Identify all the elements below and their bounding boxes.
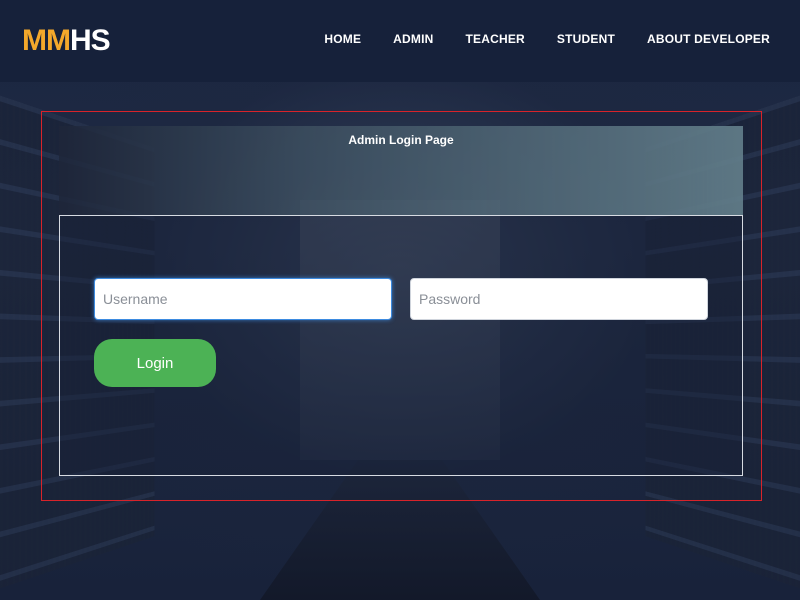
brand-logo[interactable]: MMHS: [22, 24, 111, 58]
brand-logo-part2: HS: [69, 24, 111, 57]
login-button[interactable]: Login: [94, 339, 216, 387]
nav-student[interactable]: STUDENT: [557, 31, 615, 47]
username-input[interactable]: [94, 278, 392, 320]
brand-logo-part1: MM: [22, 24, 71, 57]
main-nav: HOME ADMIN TEACHER STUDENT ABOUT DEVELOP…: [292, 31, 770, 47]
login-form: Login: [59, 215, 743, 476]
nav-teacher[interactable]: TEACHER: [466, 31, 525, 47]
password-input[interactable]: [410, 278, 708, 320]
nav-home[interactable]: HOME: [324, 31, 361, 47]
page-title: Admin Login Page: [348, 133, 454, 147]
login-panel-header: Admin Login Page: [59, 126, 743, 215]
navbar: MMHS HOME ADMIN TEACHER STUDENT ABOUT DE…: [0, 0, 800, 82]
nav-admin[interactable]: ADMIN: [393, 31, 433, 47]
nav-about-developer[interactable]: ABOUT DEVELOPER: [647, 31, 770, 47]
